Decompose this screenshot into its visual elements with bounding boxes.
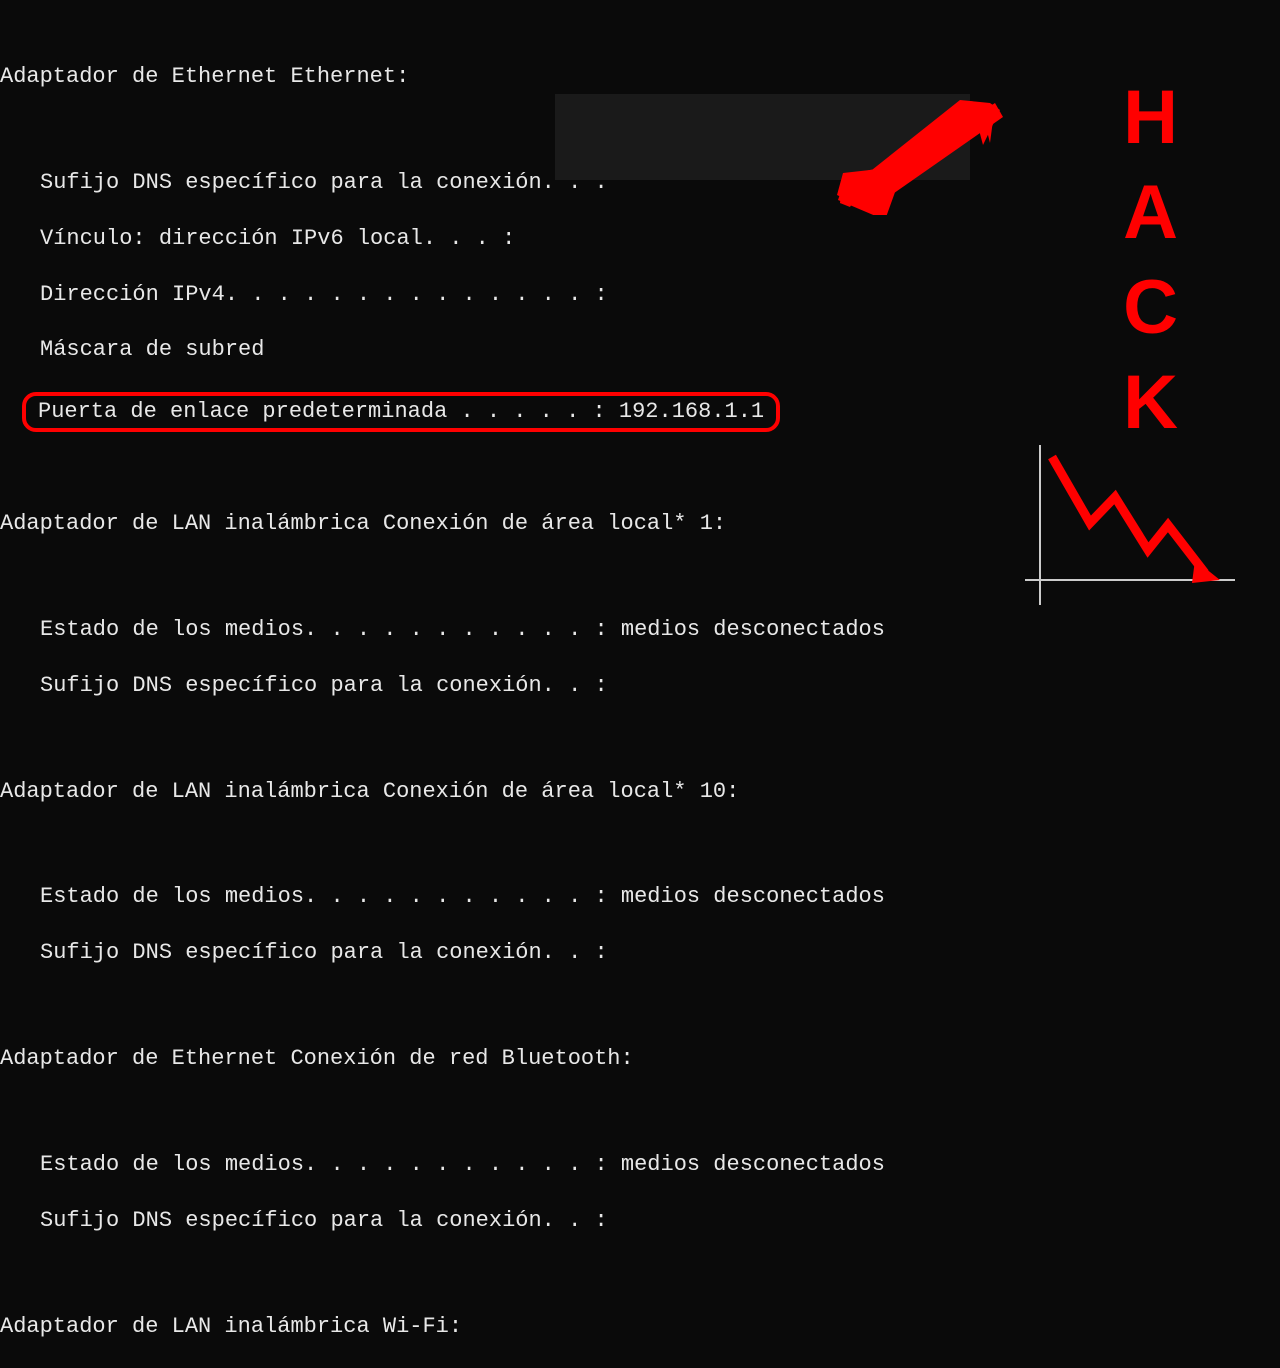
blank-line xyxy=(0,1101,1280,1123)
hack-overlay: H A C K xyxy=(1123,70,1180,450)
blank-line xyxy=(0,995,1280,1017)
wlan1-media-state: Estado de los medios. . . . . . . . . . … xyxy=(40,616,1280,644)
adapter-wlan10-header: Adaptador de LAN inalámbrica Conexión de… xyxy=(0,778,1280,806)
gateway-value: 192.168.1.1 xyxy=(619,399,764,424)
ethernet-subnet: Máscara de subred xyxy=(40,336,1280,364)
bluetooth-dns-suffix: Sufijo DNS específico para la conexión. … xyxy=(40,1207,1280,1235)
hack-letter-c: C xyxy=(1123,260,1180,355)
hack-letter-k: K xyxy=(1123,355,1180,450)
wlan10-dns-suffix: Sufijo DNS específico para la conexión. … xyxy=(40,939,1280,967)
downtrend-chart-icon xyxy=(1020,445,1240,615)
gateway-row: Puerta de enlace predeterminada . . . . … xyxy=(0,392,1280,432)
adapter-bluetooth-header: Adaptador de Ethernet Conexión de red Bl… xyxy=(0,1045,1280,1073)
terminal-output: Adaptador de Ethernet Ethernet: Sufijo D… xyxy=(0,35,1280,1368)
adapter-ethernet-header: Adaptador de Ethernet Ethernet: xyxy=(0,63,1280,91)
gateway-label: Puerta de enlace predeterminada . . . . … xyxy=(38,399,606,424)
blank-line xyxy=(0,1263,1280,1285)
wlan10-media-state: Estado de los medios. . . . . . . . . . … xyxy=(40,883,1280,911)
gateway-highlight-box: Puerta de enlace predeterminada . . . . … xyxy=(22,392,780,432)
ethernet-ipv6-link: Vínculo: dirección IPv6 local. . . : xyxy=(40,225,1280,253)
adapter-wifi-header: Adaptador de LAN inalámbrica Wi-Fi: xyxy=(0,1313,1280,1341)
hack-letter-a: A xyxy=(1123,165,1180,260)
blank-line xyxy=(0,833,1280,855)
arrow-pointer-icon xyxy=(835,95,1005,215)
hack-letter-h: H xyxy=(1123,70,1180,165)
blank-line xyxy=(0,728,1280,750)
ethernet-ipv4: Dirección IPv4. . . . . . . . . . . . . … xyxy=(40,281,1280,309)
bluetooth-media-state: Estado de los medios. . . . . . . . . . … xyxy=(40,1151,1280,1179)
wlan1-dns-suffix: Sufijo DNS específico para la conexión. … xyxy=(40,672,1280,700)
